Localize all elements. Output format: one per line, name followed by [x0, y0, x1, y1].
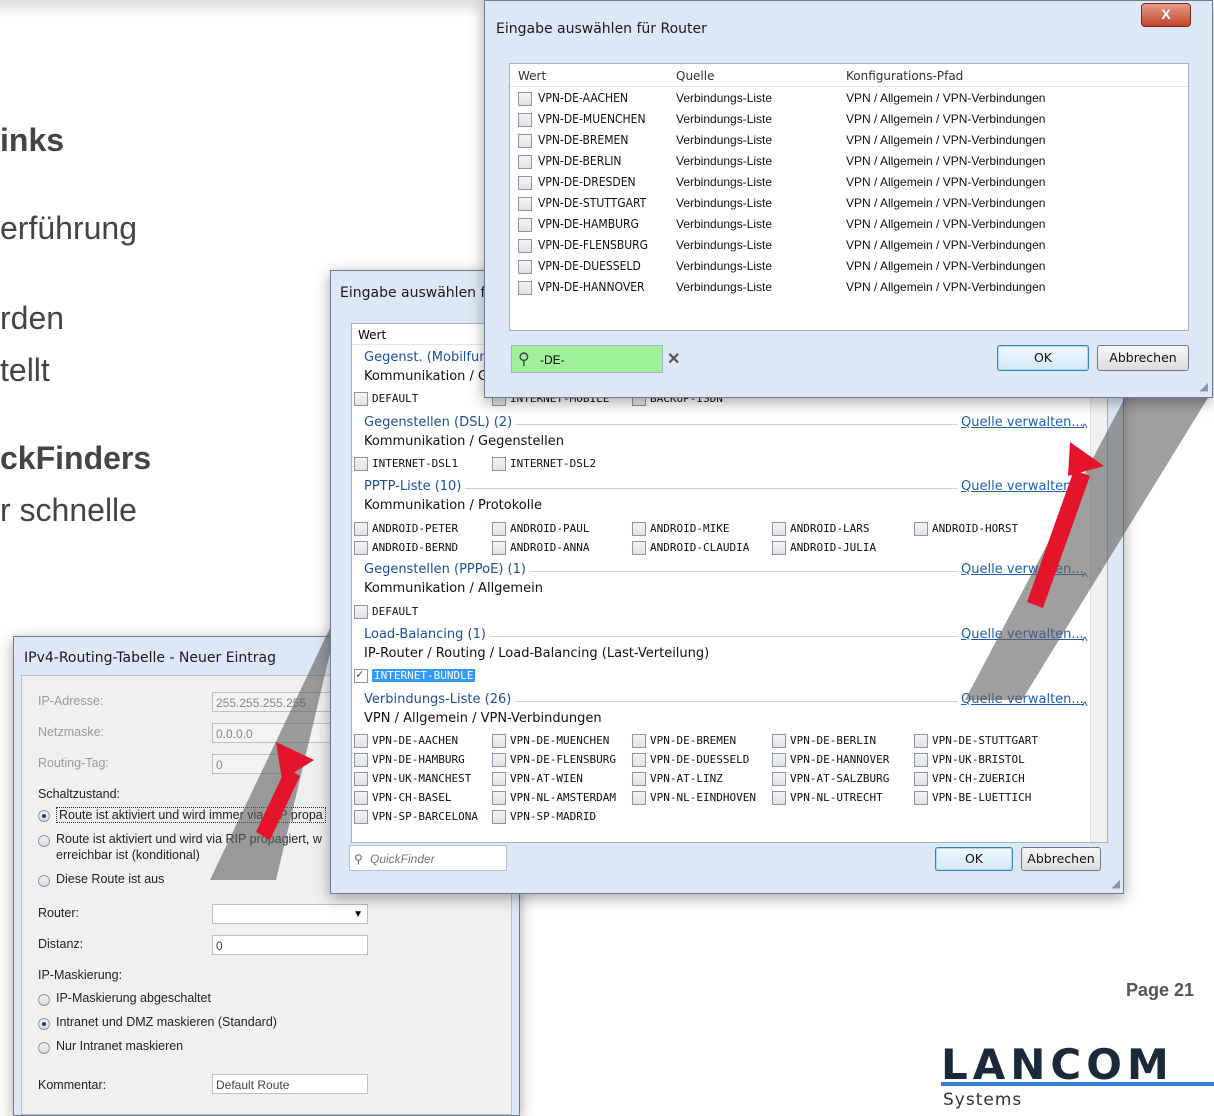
page-number: Page 21 [1126, 980, 1195, 1000]
logo-underline [941, 1082, 1214, 1086]
arrow-lower [256, 742, 314, 840]
lancom-logo-sub: Systems [943, 1090, 1023, 1110]
highlight-arrows [256, 442, 1104, 840]
arrow-upper [1027, 442, 1104, 608]
